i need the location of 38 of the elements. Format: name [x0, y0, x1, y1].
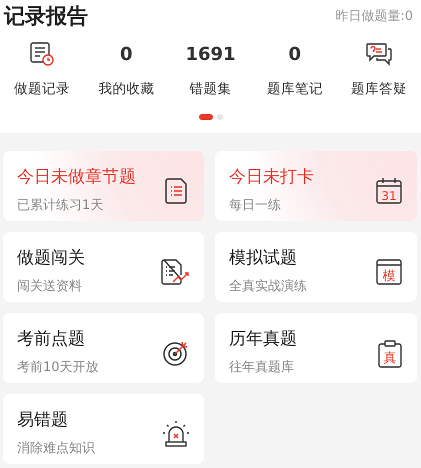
card-subtitle: 消除难点知识: [17, 440, 95, 457]
stat-label[interactable]: 错题集: [190, 80, 232, 98]
card-subtitle: 已累计练习1天: [17, 197, 104, 214]
feature-card[interactable]: 考前点题 考前10天开放: [3, 313, 204, 383]
feature-card[interactable]: 易错题 消除难点知识: [3, 394, 204, 464]
card-title: 今日未打卡: [229, 166, 314, 188]
feature-card[interactable]: 模拟试题 全真实战演练 模: [215, 232, 417, 302]
stat-label[interactable]: 题库答疑: [351, 80, 407, 98]
exam-paper-icon: 模: [375, 258, 403, 286]
section-title: 记录报告: [4, 3, 88, 30]
stat-label[interactable]: 我的收藏: [98, 80, 154, 98]
chat-bubbles-icon: [365, 41, 393, 67]
yesterday-count: 昨日做题量:0: [335, 8, 413, 25]
card-subtitle: 全真实战演练: [229, 278, 307, 295]
card-subtitle: 闯关送资料: [17, 278, 83, 295]
document-chart-icon: [160, 258, 190, 286]
feature-card[interactable]: 今日未做章节题 已累计练习1天: [3, 151, 204, 221]
count-value: 0: [288, 44, 302, 64]
calendar-icon: 31: [375, 177, 403, 205]
card-title: 历年真题: [229, 328, 297, 350]
card-title: 今日未做章节题: [17, 166, 136, 188]
card-title: 模拟试题: [229, 247, 298, 269]
feature-card[interactable]: 做题闯关 闯关送资料: [3, 232, 204, 302]
feature-card[interactable]: 今日未打卡 每日一练 31: [215, 151, 417, 221]
card-title: 考前点题: [17, 328, 86, 350]
card-subtitle: 考前10天开放: [17, 359, 99, 376]
card-subtitle: 往年真题库: [229, 359, 295, 376]
card-subtitle: 每日一练: [229, 197, 282, 214]
card-title: 做题闯关: [17, 247, 85, 269]
feature-card[interactable]: 历年真题 往年真题库 真: [215, 313, 417, 383]
card-title: 易错题: [17, 409, 69, 431]
stat-label[interactable]: 题库笔记: [266, 80, 323, 98]
list-document-icon: [164, 177, 190, 205]
count-value: 1691: [185, 44, 236, 64]
stat-label[interactable]: 做题记录: [14, 80, 70, 98]
alarm-light-icon: [162, 420, 190, 448]
document-clock-icon: [29, 41, 55, 67]
count-value: 0: [120, 44, 133, 64]
